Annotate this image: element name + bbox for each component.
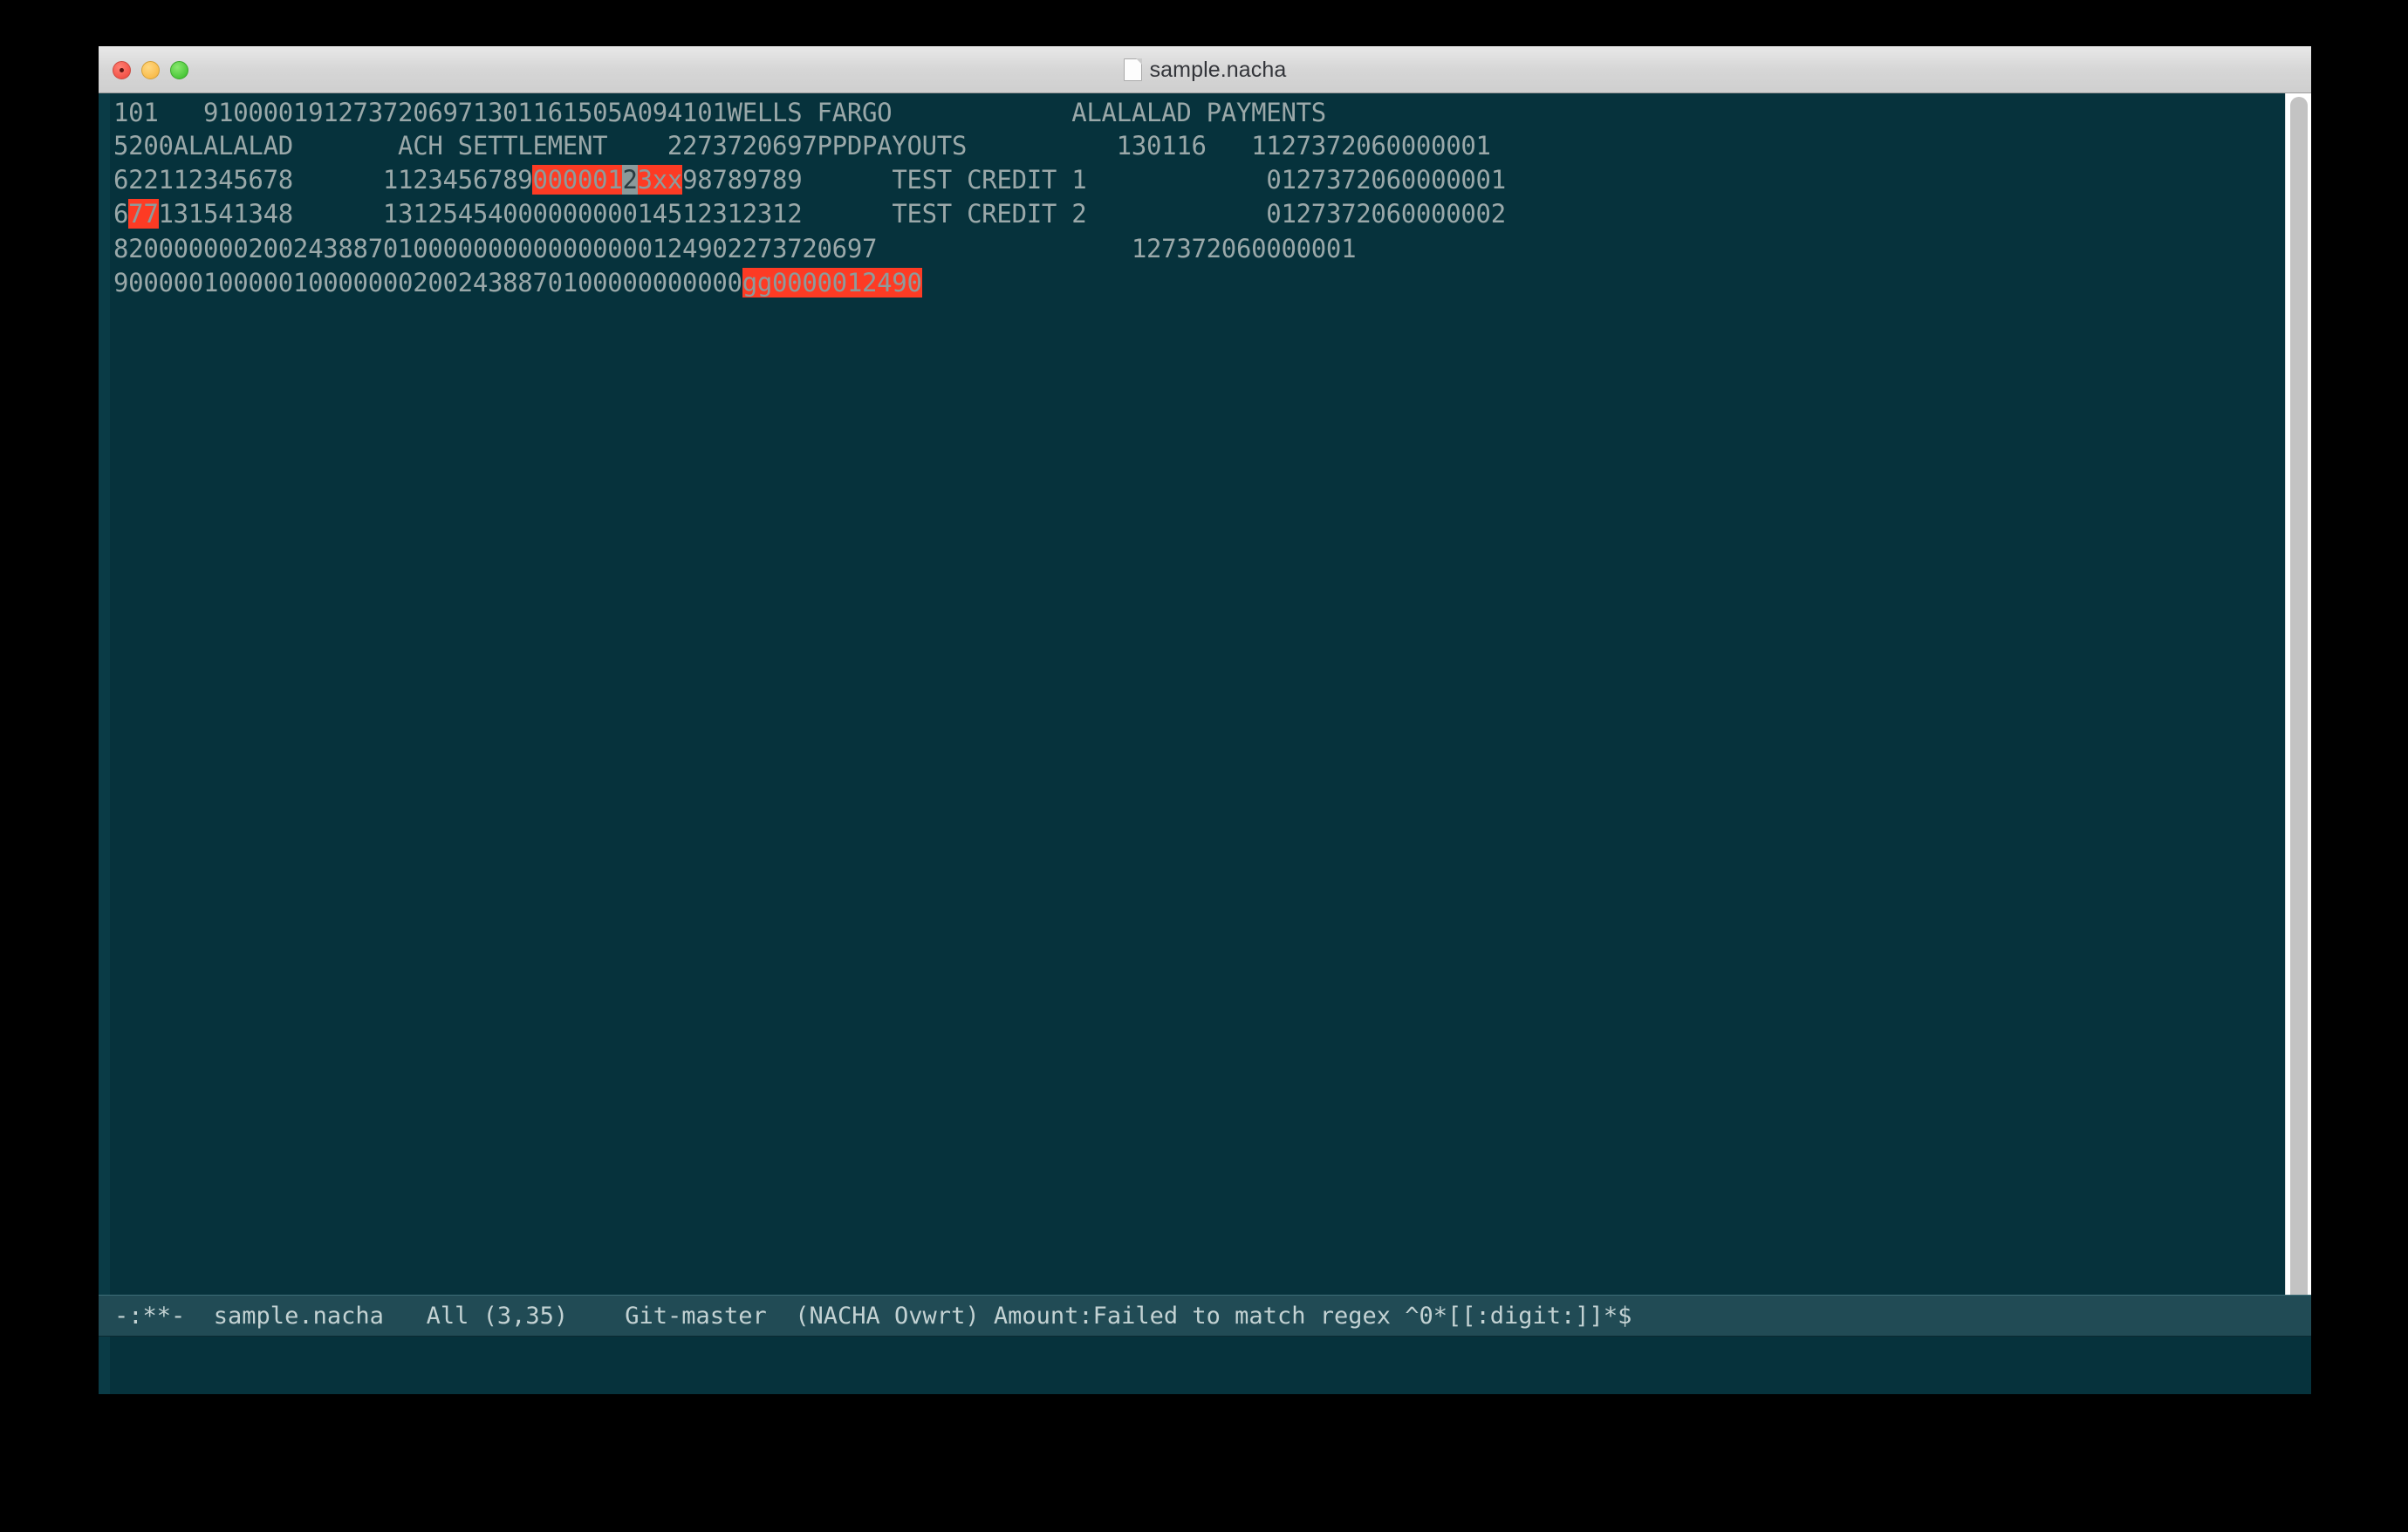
window-titlebar: sample.nacha (99, 46, 2311, 93)
buffer-text: 622112345678 1123456789 (113, 165, 533, 195)
buffer-line[interactable]: 9000001000001000000020024388701000000000… (110, 266, 2285, 300)
buffer-line[interactable]: 101 9100001912737206971301161505A094101W… (110, 93, 2285, 129)
buffer-text-area[interactable]: 101 9100001912737206971301161505A094101W… (110, 93, 2285, 1394)
mode-line-text: -:**- sample.nacha All (3,35) Git-master… (114, 1302, 1632, 1330)
buffer-text: 9000001000001000000020024388701000000000… (113, 267, 742, 298)
buffer-text: 8200000002002438870100000000000000001249… (113, 233, 1357, 263)
buffer-text: 101 9100001912737206971301161505A094101W… (113, 98, 1326, 127)
buffer-text: 5200ALALALAD ACH SETTLEMENT 2273720697PP… (113, 131, 1491, 161)
window-title-group: sample.nacha (99, 46, 2311, 93)
buffer-text: 6 (113, 199, 129, 229)
buffer-text: 98789789 TEST CREDIT 1 0127372060000001 (682, 165, 1506, 195)
buffer-text: 131541348 131254540000000001 (158, 199, 653, 229)
buffer-line[interactable]: 622112345678 112345678900000123xx9878978… (110, 163, 2285, 197)
buffer-text: 4512312312 TEST CREDIT 2 012737206000000… (652, 199, 1506, 229)
highlighted-text: 000001 (532, 165, 623, 195)
document-icon (1123, 58, 1142, 81)
buffer-line[interactable]: 677131541348 131254540000000001451231231… (110, 197, 2285, 231)
vertical-scrollbar[interactable] (2285, 93, 2311, 1394)
highlighted-text: 77 (128, 199, 159, 229)
left-fringe (99, 93, 110, 1394)
minibuffer[interactable] (99, 1337, 2311, 1394)
minibuffer-fringe (99, 1337, 110, 1394)
emacs-window: sample.nacha 101 91000019127372069713011… (99, 46, 2311, 1394)
mode-line: -:**- sample.nacha All (3,35) Git-master… (99, 1295, 2311, 1337)
highlighted-text: 3xx (637, 165, 683, 195)
text-cursor: 2 (622, 165, 638, 195)
scrollbar-thumb[interactable] (2290, 97, 2308, 1358)
buffer-line[interactable]: 5200ALALALAD ACH SETTLEMENT 2273720697PP… (110, 129, 2285, 163)
highlighted-text: gg0000012490 (742, 267, 922, 298)
window-title: sample.nacha (1149, 57, 1287, 82)
buffer-line[interactable]: 8200000002002438870100000000000000001249… (110, 232, 2285, 266)
emacs-frame: 101 9100001912737206971301161505A094101W… (99, 93, 2311, 1394)
